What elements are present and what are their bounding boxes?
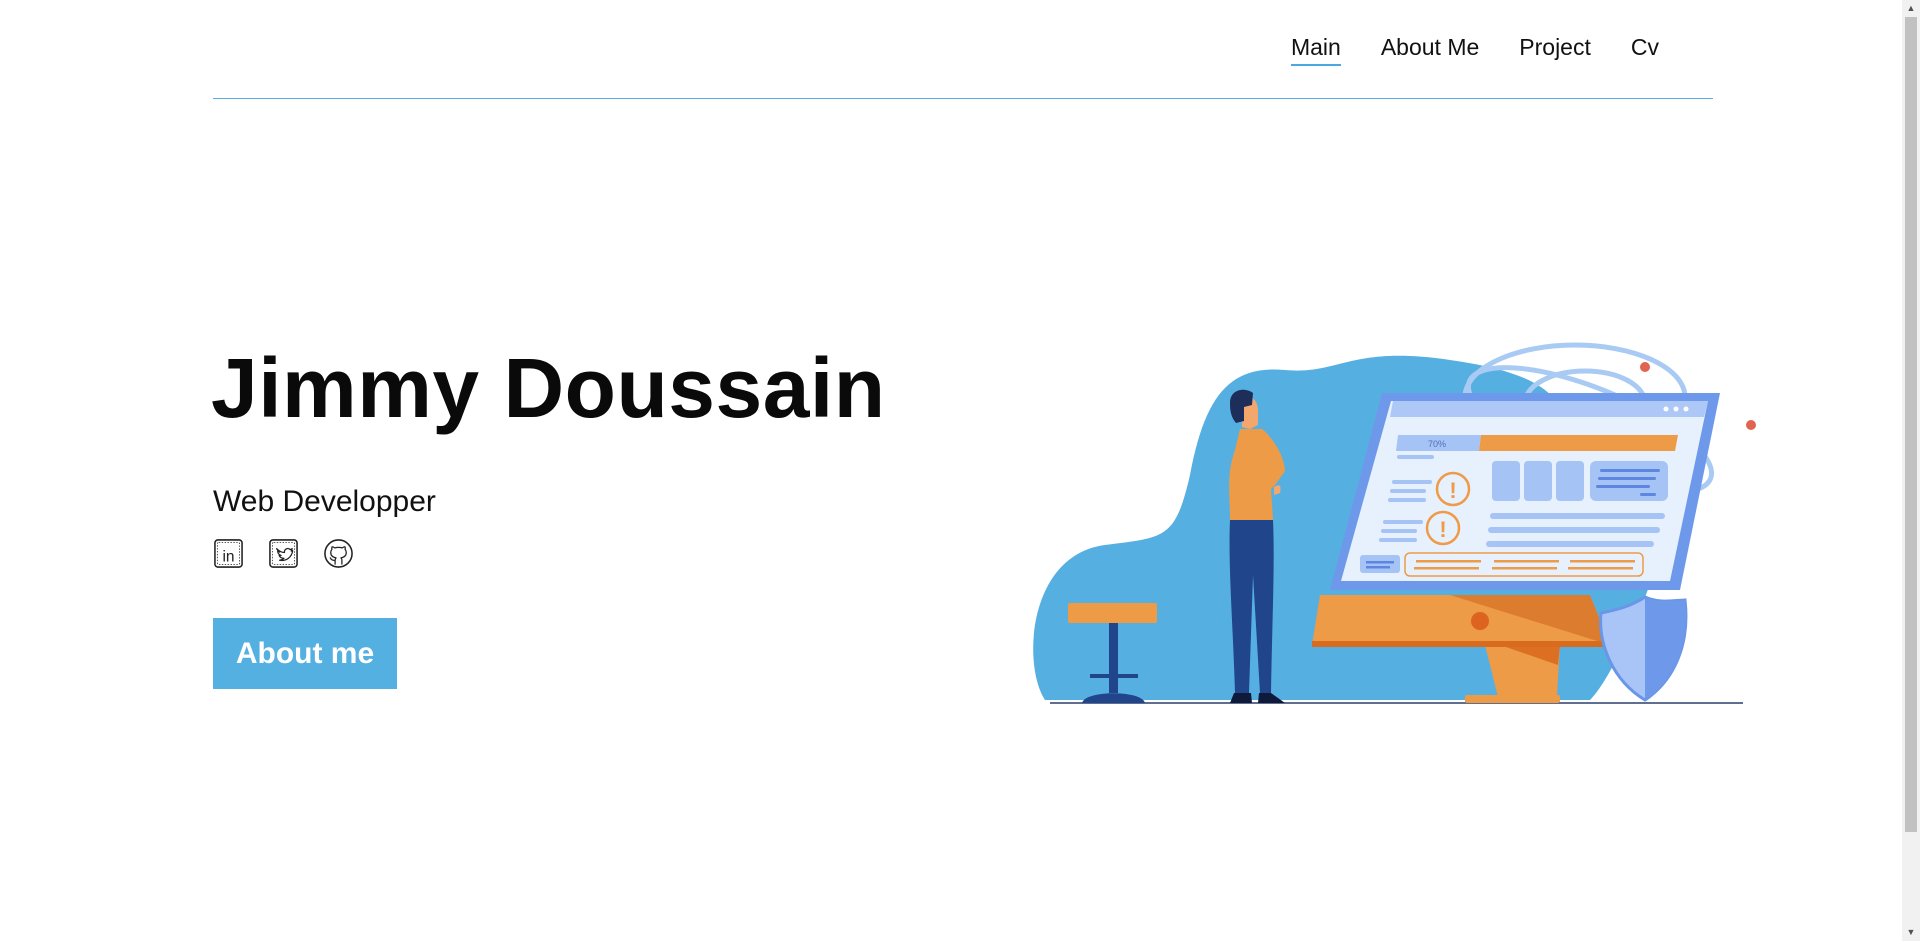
- developer-illustration: 70% ! !: [1033, 342, 1756, 704]
- hero-name: Jimmy Doussain: [211, 341, 886, 435]
- nav-links: Main About Me Project Cv: [1290, 34, 1659, 66]
- nav-link-project[interactable]: Project: [1519, 34, 1591, 66]
- twitter-icon[interactable]: [268, 538, 299, 569]
- vertical-scrollbar[interactable]: ▲ ▼: [1902, 0, 1920, 941]
- github-icon[interactable]: [323, 538, 354, 569]
- about-me-button[interactable]: About me: [213, 618, 397, 689]
- orbit-dot: [1746, 420, 1756, 430]
- progress-bar-fill: [1479, 435, 1678, 451]
- linkedin-icon[interactable]: in: [213, 538, 244, 569]
- scrollbar-thumb[interactable]: [1905, 17, 1917, 832]
- orbit-dot: [1640, 362, 1650, 372]
- hero-role: Web Developper: [213, 485, 436, 518]
- nav-link-cv[interactable]: Cv: [1631, 34, 1659, 66]
- svg-text:!: !: [1439, 517, 1446, 542]
- scroll-up-arrow-icon[interactable]: ▲: [1902, 0, 1920, 17]
- scroll-down-arrow-icon[interactable]: ▼: [1902, 924, 1920, 941]
- svg-text:in: in: [222, 548, 234, 565]
- progress-label: 70%: [1428, 439, 1446, 449]
- social-links: in: [213, 538, 354, 569]
- nav-link-main[interactable]: Main: [1290, 34, 1341, 66]
- page: Main About Me Project Cv Jimmy Doussain …: [0, 0, 1902, 941]
- nav-link-about-me[interactable]: About Me: [1381, 34, 1479, 66]
- svg-text:!: !: [1449, 478, 1456, 503]
- top-navigation: Main About Me Project Cv: [213, 0, 1713, 99]
